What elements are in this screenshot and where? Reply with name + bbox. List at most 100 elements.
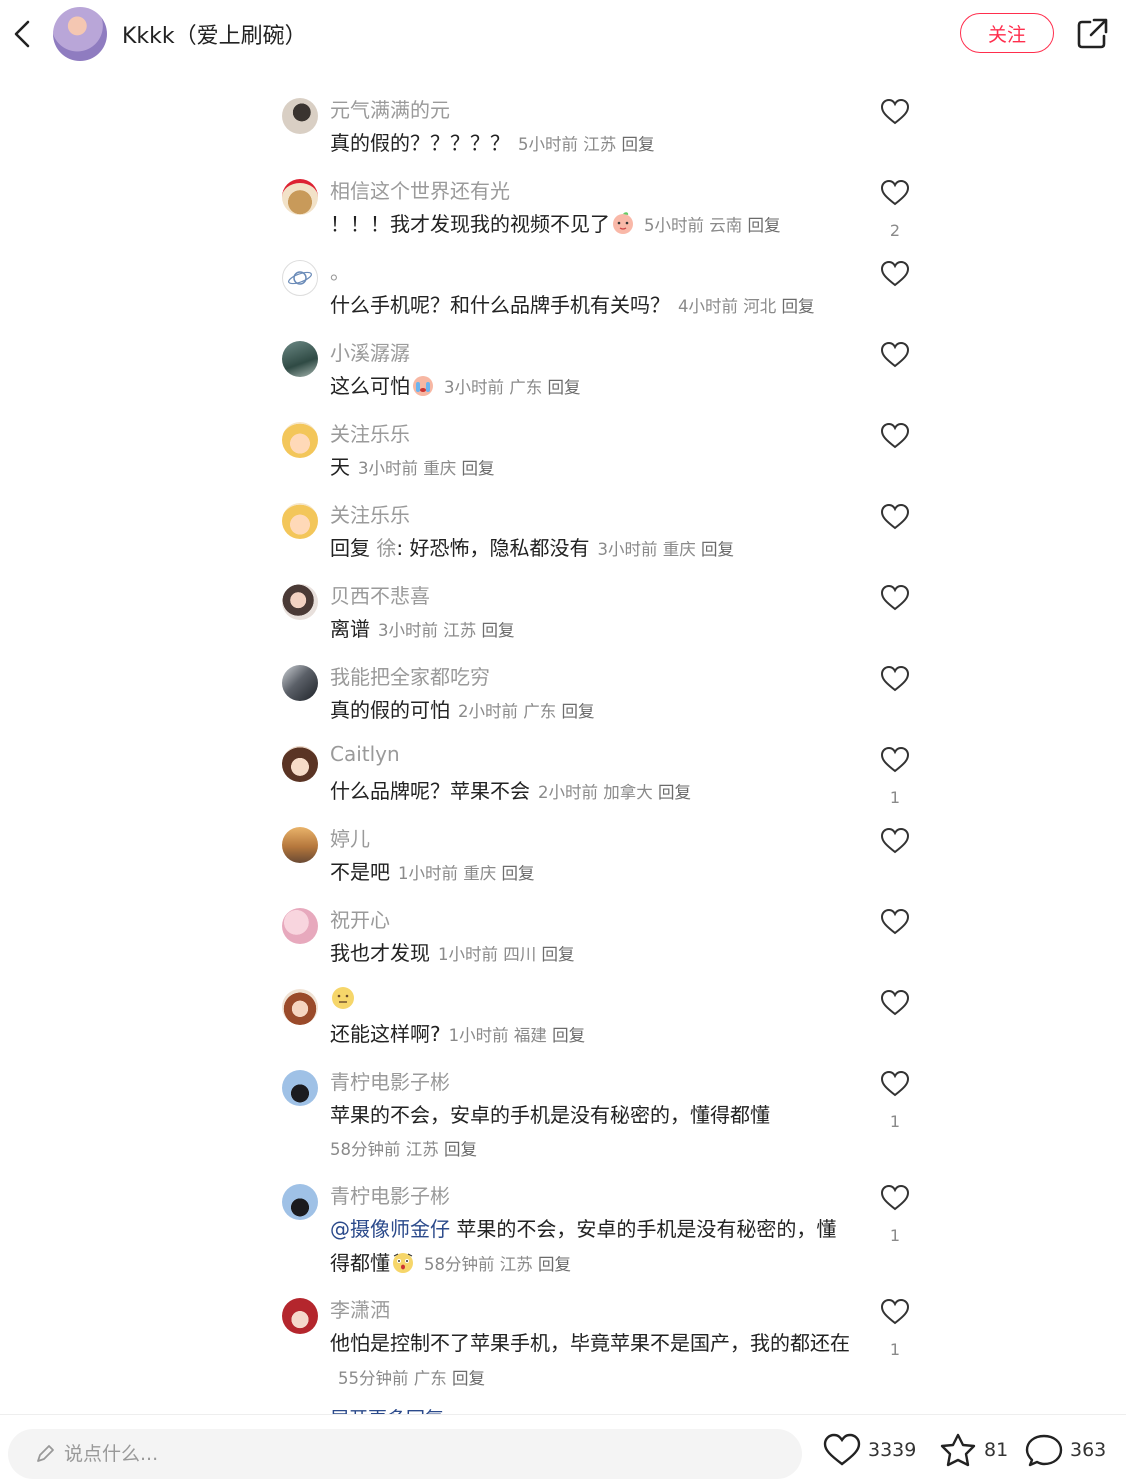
comment-username[interactable]: 关注乐乐 (330, 499, 410, 528)
avatar[interactable] (282, 341, 318, 377)
avatar[interactable] (282, 503, 318, 539)
comment-username[interactable]: 祝开心 (330, 904, 390, 933)
comment-text: 他怕是控制不了苹果手机，毕竟苹果不是国产，我的都还在 (330, 1331, 850, 1355)
comment-body[interactable]: 不是吧 1小时前 重庆 回复 (330, 855, 850, 891)
avatar[interactable] (282, 422, 318, 458)
comment-body[interactable]: ！！！我才发现我的视频不见了 5小时前 云南 回复 (330, 207, 850, 243)
comment-body[interactable]: 他怕是控制不了苹果手机，毕竟苹果不是国产，我的都还在 55分钟前 广东 回复 (330, 1326, 850, 1396)
comment-username[interactable]: 我能把全家都吃穷 (330, 661, 490, 690)
avatar[interactable] (282, 1070, 318, 1106)
mention-link[interactable]: @摄像师金仔 (330, 1217, 450, 1241)
follow-button[interactable]: 关注 (960, 13, 1054, 53)
heart-icon[interactable] (880, 422, 910, 450)
heart-icon[interactable] (880, 98, 910, 126)
comment-username[interactable]: 婷儿 (330, 823, 370, 852)
comment-input[interactable]: 说点什么... (8, 1429, 802, 1479)
reply-button[interactable]: 回复 (538, 1255, 571, 1274)
reply-button[interactable]: 回复 (658, 783, 691, 802)
comment-text: 什么品牌呢？苹果不会 (330, 779, 530, 803)
avatar[interactable] (282, 179, 318, 215)
avatar[interactable] (282, 827, 318, 863)
comment-meta: 2小时前 加拿大 回复 (538, 783, 691, 802)
like-count: 1 (889, 1112, 901, 1131)
comment-body[interactable]: 真的假的？？？？？ 5小时前 江苏 回复 (330, 126, 850, 162)
reply-prefix: 回复 (330, 536, 370, 560)
reply-button[interactable]: 回复 (482, 621, 515, 640)
star-icon (940, 1433, 976, 1467)
heart-icon[interactable] (880, 746, 910, 774)
comment-body[interactable]: 离谱 3小时前 江苏 回复 (330, 612, 850, 648)
comment-meta: 3小时前 江苏 回复 (378, 621, 515, 640)
reply-button[interactable]: 回复 (622, 135, 655, 154)
avatar[interactable] (282, 989, 318, 1025)
comment-body[interactable]: 天 3小时前 重庆 回复 (330, 450, 850, 486)
heart-icon[interactable] (880, 1184, 910, 1212)
comment-body[interactable]: 这么可怕 3小时前 广东 回复 (330, 369, 850, 405)
peach-face-emoji-icon (613, 212, 633, 234)
heart-icon[interactable] (880, 908, 910, 936)
reply-button[interactable]: 回复 (452, 1369, 485, 1388)
author-name[interactable]: Kkkk（爱上刷碗） (122, 18, 307, 50)
reply-to-user[interactable]: 徐 (376, 536, 396, 560)
heart-icon[interactable] (880, 1298, 910, 1326)
reply-button[interactable]: 回复 (748, 216, 781, 235)
avatar[interactable] (282, 665, 318, 701)
reply-button[interactable]: 回复 (462, 459, 495, 478)
comment-username[interactable]: 小溪潺潺 (330, 337, 410, 366)
comment-username[interactable] (330, 985, 356, 1012)
heart-icon[interactable] (880, 341, 910, 369)
collect-stat[interactable]: 81 (938, 1433, 1008, 1467)
back-arrow-icon[interactable] (8, 14, 40, 54)
comment-body[interactable]: @摄像师金仔 苹果的不会，安卓的手机是没有秘密的，懂得都懂 58分钟前 江苏 回复 (330, 1212, 850, 1282)
reply-button[interactable]: 回复 (542, 945, 575, 964)
comment-stat[interactable]: 363 (1024, 1433, 1106, 1467)
avatar[interactable] (282, 1298, 318, 1334)
heart-icon[interactable] (880, 260, 910, 288)
comment-username[interactable]: Caitlyn (330, 742, 400, 766)
comment-meta: 58分钟前 江苏 回复 (330, 1140, 477, 1159)
reply-button[interactable]: 回复 (548, 378, 581, 397)
heart-icon[interactable] (880, 503, 910, 531)
avatar[interactable] (282, 584, 318, 620)
comment-username[interactable]: 李潇洒 (330, 1294, 390, 1323)
reply-button[interactable]: 回复 (444, 1140, 477, 1159)
heart-icon[interactable] (880, 665, 910, 693)
comment-body[interactable]: 什么品牌呢？苹果不会 2小时前 加拿大 回复 (330, 774, 850, 810)
crying-face-emoji-icon (413, 376, 433, 396)
reply-button[interactable]: 回复 (782, 297, 815, 316)
heart-icon[interactable] (880, 179, 910, 207)
comment-body[interactable]: 苹果的不会，安卓的手机是没有秘密的，懂得都懂 58分钟前 江苏 回复 (330, 1098, 850, 1167)
author-avatar[interactable] (53, 7, 107, 61)
heart-icon[interactable] (880, 827, 910, 855)
avatar[interactable] (282, 908, 318, 944)
comment-list[interactable]: 元气满满的元 真的假的？？？？？ 5小时前 江苏 回复 相信这个世界还有光 ！！！… (0, 0, 1126, 1414)
avatar[interactable] (282, 98, 318, 134)
like-stat[interactable]: 3339 (822, 1433, 916, 1466)
comment-body[interactable]: 还能这样啊? 1小时前 福建 回复 (330, 1017, 850, 1053)
reply-button[interactable]: 回复 (502, 864, 535, 883)
avatar[interactable] (282, 1184, 318, 1220)
reply-button[interactable]: 回复 (562, 702, 595, 721)
comment-username[interactable]: 青柠电影子彬 (330, 1066, 450, 1095)
avatar[interactable] (282, 260, 318, 296)
comment-body[interactable]: 什么手机呢？和什么品牌手机有关吗？ 4小时前 河北 回复 (330, 288, 850, 324)
comment-meta: 5小时前 江苏 回复 (518, 135, 655, 154)
comment-username[interactable]: 元气满满的元 (330, 94, 450, 123)
comment-text: 不是吧 (330, 860, 390, 884)
comment-body[interactable]: 真的假的可怕 2小时前 广东 回复 (330, 693, 850, 729)
comment-username[interactable]: 贝西不悲喜 (330, 580, 430, 609)
expand-replies-link[interactable]: 展开更多回复 (330, 1404, 444, 1414)
comment-username[interactable]: 青柠电影子彬 (330, 1180, 450, 1209)
heart-icon[interactable] (880, 989, 910, 1017)
comment-body[interactable]: 回复 徐: 好恐怖，隐私都没有 3小时前 重庆 回复 (330, 531, 850, 567)
share-icon[interactable] (1074, 16, 1110, 52)
heart-icon[interactable] (880, 584, 910, 612)
comment-username[interactable]: 。 (330, 256, 350, 285)
comment-body[interactable]: 我也才发现 1小时前 四川 回复 (330, 936, 850, 972)
comment-username[interactable]: 关注乐乐 (330, 418, 410, 447)
heart-icon[interactable] (880, 1070, 910, 1098)
avatar[interactable] (282, 746, 318, 782)
comment-username[interactable]: 相信这个世界还有光 (330, 175, 510, 204)
reply-button[interactable]: 回复 (552, 1026, 585, 1045)
reply-button[interactable]: 回复 (701, 540, 734, 559)
